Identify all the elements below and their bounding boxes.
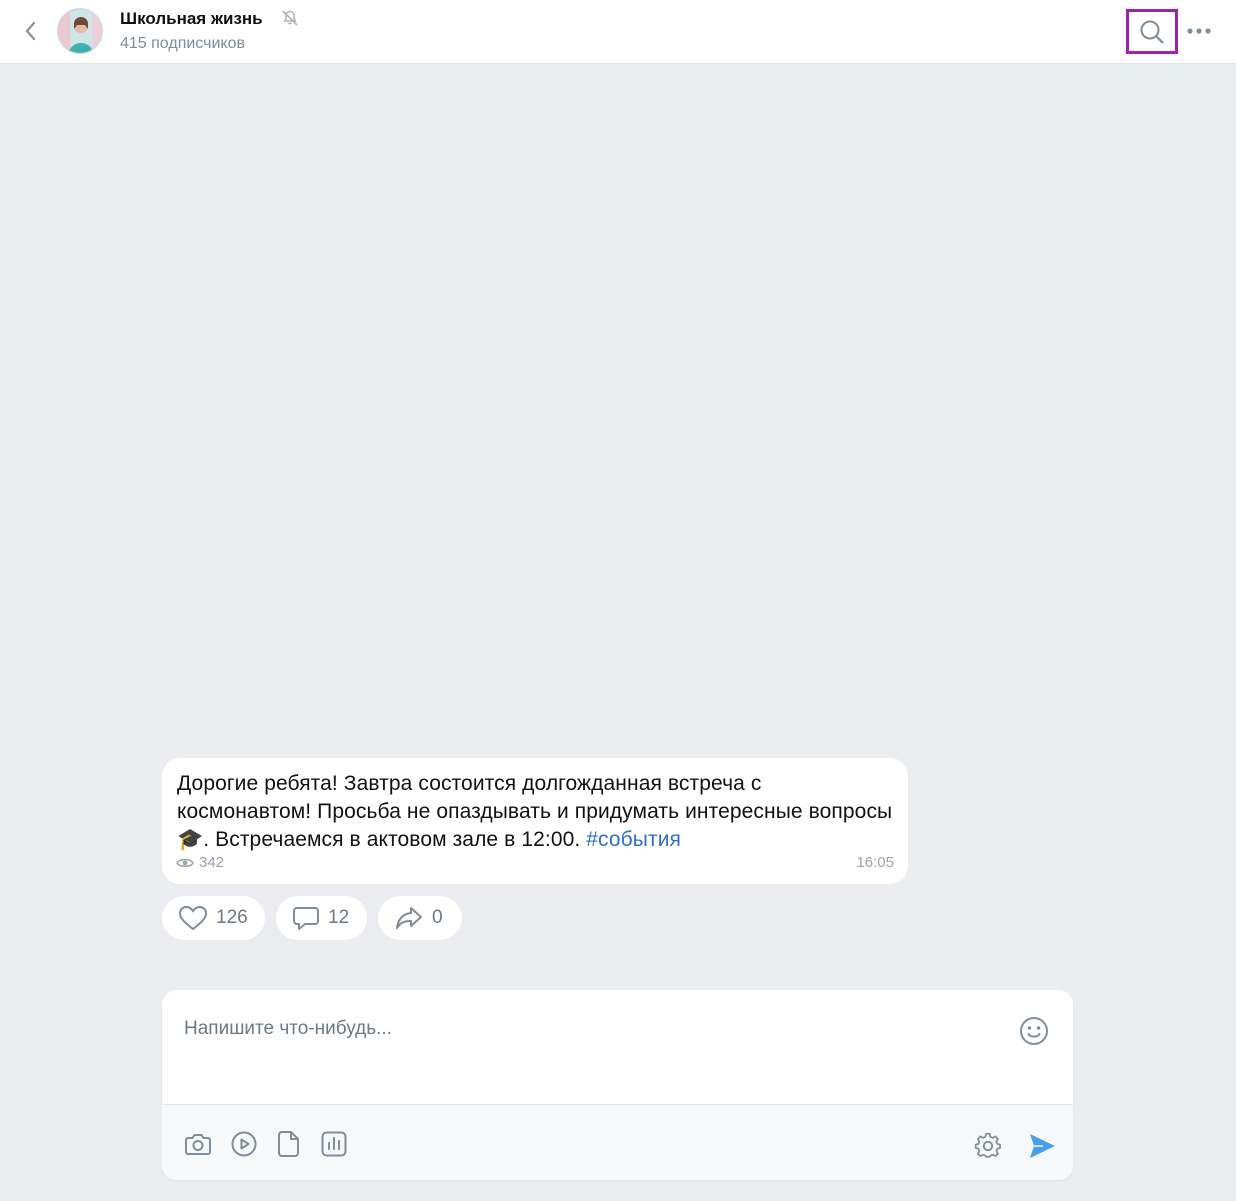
- avatar[interactable]: [57, 8, 103, 54]
- back-button[interactable]: [16, 16, 44, 46]
- search-icon: [1140, 20, 1164, 44]
- more-horizontal-icon: [1187, 28, 1211, 34]
- attach-poll-button[interactable]: [320, 1130, 348, 1158]
- more-button[interactable]: [1184, 18, 1214, 44]
- bell-muted-icon: [282, 10, 298, 26]
- eye-icon: [176, 858, 194, 867]
- message-composer: [162, 990, 1073, 1180]
- views-count: 342: [199, 854, 225, 871]
- send-icon: [1030, 1134, 1055, 1158]
- chevron-left-icon: [25, 21, 36, 41]
- share-count: 0: [432, 907, 443, 928]
- channel-title[interactable]: Школьная жизнь: [120, 9, 263, 29]
- message-text-start: Дорогие ребята! Завтра состоится долгожд…: [177, 772, 893, 823]
- send-button[interactable]: [1026, 1130, 1058, 1162]
- attach-video-button[interactable]: [230, 1130, 258, 1158]
- camera-icon: [185, 1134, 211, 1155]
- comment-icon: [293, 907, 319, 930]
- hashtag-link[interactable]: #события: [586, 828, 681, 851]
- video-icon: [231, 1131, 257, 1157]
- message-time: 16:05: [856, 854, 894, 871]
- attach-file-button[interactable]: [275, 1130, 303, 1158]
- channel-header: Школьная жизнь 415 подписчиков: [0, 0, 1236, 64]
- smile-icon: [1020, 1017, 1048, 1045]
- message-text-end: . Встречаемся в актовом зале в 12:00.: [203, 828, 587, 851]
- message-text: Дорогие ребята! Завтра состоится долгожд…: [177, 770, 894, 854]
- comment-button[interactable]: 12: [276, 896, 367, 940]
- settings-button[interactable]: [974, 1132, 1002, 1160]
- heart-icon: [178, 905, 208, 931]
- graduation-cap-emoji: 🎓: [177, 828, 204, 851]
- emoji-button[interactable]: [1018, 1015, 1050, 1047]
- comment-count: 12: [328, 907, 350, 928]
- avatar-image: [58, 9, 102, 53]
- like-button[interactable]: 126: [162, 896, 265, 940]
- share-button[interactable]: 0: [378, 896, 462, 940]
- file-icon: [278, 1131, 299, 1157]
- message-bubble: Дорогие ребята! Завтра состоится долгожд…: [162, 758, 908, 884]
- like-count: 126: [216, 907, 248, 928]
- message-input[interactable]: [184, 1014, 1004, 1044]
- gear-icon: [974, 1132, 1001, 1158]
- poll-icon: [321, 1131, 347, 1157]
- share-icon: [396, 907, 422, 929]
- attach-photo-button[interactable]: [184, 1130, 212, 1158]
- views-counter: 342: [176, 854, 224, 871]
- subscriber-count: 415 подписчиков: [120, 35, 245, 52]
- search-button[interactable]: [1126, 9, 1178, 54]
- composer-divider: [162, 1104, 1073, 1105]
